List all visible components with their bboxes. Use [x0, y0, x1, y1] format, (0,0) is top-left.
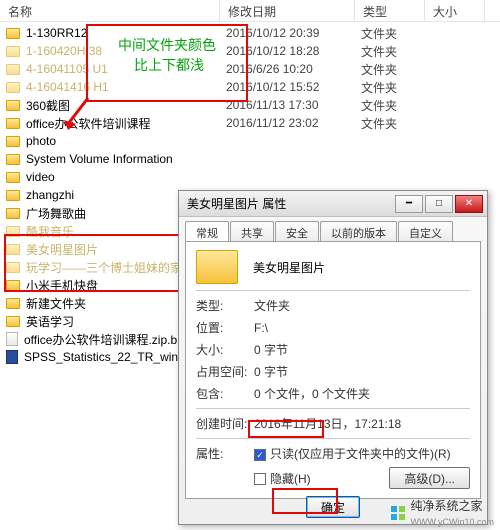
- close-button[interactable]: ✕: [455, 195, 483, 213]
- list-item[interactable]: video: [0, 168, 500, 186]
- watermark: 纯净系统之家 WWW.yCWin10.com: [390, 497, 494, 528]
- tab-1[interactable]: 共享: [230, 221, 274, 241]
- file-type: 文件夹: [361, 79, 421, 96]
- value-contains: 0 个文件，0 个文件夹: [254, 385, 470, 402]
- annotation-box-hidden: [248, 420, 324, 438]
- folder-icon: [6, 154, 20, 165]
- col-type[interactable]: 类型: [355, 0, 425, 21]
- col-size[interactable]: 大小: [425, 0, 485, 21]
- folder-icon: [6, 64, 20, 75]
- column-headers: 名称 修改日期 类型 大小: [0, 0, 500, 22]
- file-type: 文件夹: [361, 43, 421, 60]
- annotation-box-ok: [272, 488, 338, 514]
- titlebar[interactable]: 美女明星图片 属性 ━ □ ✕: [179, 191, 487, 217]
- label-contains: 包含:: [196, 385, 254, 402]
- label-sizeondisk: 占用空间:: [196, 363, 254, 380]
- folder-large-icon: [196, 250, 238, 284]
- folder-icon: [6, 118, 20, 129]
- watermark-logo-icon: [390, 505, 406, 521]
- label-created: 创建时间:: [196, 415, 254, 432]
- annotation-box-left: [4, 234, 182, 292]
- col-date[interactable]: 修改日期: [220, 0, 355, 21]
- folder-icon: [6, 100, 20, 111]
- file-type: 文件夹: [361, 115, 421, 132]
- tab-general: 美女明星图片 类型:文件夹 位置:F:\ 大小:0 字节 占用空间:0 字节 包…: [185, 241, 481, 499]
- dialog-title: 美女明星图片 属性: [183, 195, 393, 212]
- list-item[interactable]: 1-130RR122016/10/12 20:39文件夹: [0, 24, 500, 42]
- zip-icon: [6, 332, 18, 346]
- file-type: 文件夹: [361, 97, 421, 114]
- tab-0[interactable]: 常规: [185, 221, 229, 241]
- file-date: 2016/11/12 23:02: [226, 116, 361, 130]
- col-name[interactable]: 名称: [0, 0, 220, 21]
- maximize-button[interactable]: □: [425, 195, 453, 213]
- arrow-icon: [62, 96, 96, 132]
- folder-icon: [6, 208, 20, 219]
- label-size: 大小:: [196, 341, 254, 358]
- tab-4[interactable]: 自定义: [398, 221, 453, 241]
- hidden-checkbox[interactable]: [254, 473, 266, 485]
- value-type: 文件夹: [254, 297, 470, 314]
- readonly-label: 只读(仅应用于文件夹中的文件)(R): [270, 447, 451, 461]
- folder-icon: [6, 136, 20, 147]
- annotation-text-1: 中间文件夹颜色: [118, 36, 216, 54]
- folder-icon: [6, 172, 20, 183]
- folder-icon: [6, 46, 20, 57]
- value-sizeondisk: 0 字节: [254, 363, 470, 380]
- tab-2[interactable]: 安全: [275, 221, 319, 241]
- folder-icon: [6, 316, 20, 327]
- hidden-label: 隐藏(H): [270, 472, 311, 486]
- label-location: 位置:: [196, 319, 254, 336]
- watermark-url: WWW.yCWin10.com: [410, 517, 494, 527]
- file-type: 文件夹: [361, 61, 421, 78]
- folder-icon: [6, 82, 20, 93]
- label-attributes: 属性:: [196, 445, 254, 462]
- file-type: 文件夹: [361, 25, 421, 42]
- folder-name-field[interactable]: 美女明星图片: [250, 256, 328, 279]
- label-type: 类型:: [196, 297, 254, 314]
- file-name: office办公软件培训课程: [26, 115, 226, 132]
- properties-dialog: 美女明星图片 属性 ━ □ ✕ 常规共享安全以前的版本自定义 美女明星图片 类型…: [178, 190, 488, 525]
- tabstrip: 常规共享安全以前的版本自定义: [179, 217, 487, 241]
- value-size: 0 字节: [254, 341, 470, 358]
- file-name: System Volume Information: [26, 152, 226, 166]
- file-name: video: [26, 170, 226, 184]
- annotation-text-2: 比上下都浅: [134, 56, 204, 74]
- exe-icon: [6, 350, 18, 364]
- list-item[interactable]: photo: [0, 132, 500, 150]
- minimize-button[interactable]: ━: [395, 195, 423, 213]
- file-name: photo: [26, 134, 226, 148]
- value-location: F:\: [254, 321, 470, 335]
- list-item[interactable]: System Volume Information: [0, 150, 500, 168]
- readonly-checkbox[interactable]: [254, 449, 266, 461]
- folder-icon: [6, 190, 20, 201]
- advanced-button[interactable]: 高级(D)...: [389, 467, 470, 489]
- folder-icon: [6, 28, 20, 39]
- list-item[interactable]: 1-160420H 382016/10/12 18:28文件夹: [0, 42, 500, 60]
- watermark-text: 纯净系统之家: [410, 499, 482, 513]
- list-item[interactable]: 4-16041105 U12016/6/26 10:20文件夹: [0, 60, 500, 78]
- tab-3[interactable]: 以前的版本: [320, 221, 397, 241]
- list-item[interactable]: 4-16041416 H12016/10/12 15:52文件夹: [0, 78, 500, 96]
- folder-icon: [6, 298, 20, 309]
